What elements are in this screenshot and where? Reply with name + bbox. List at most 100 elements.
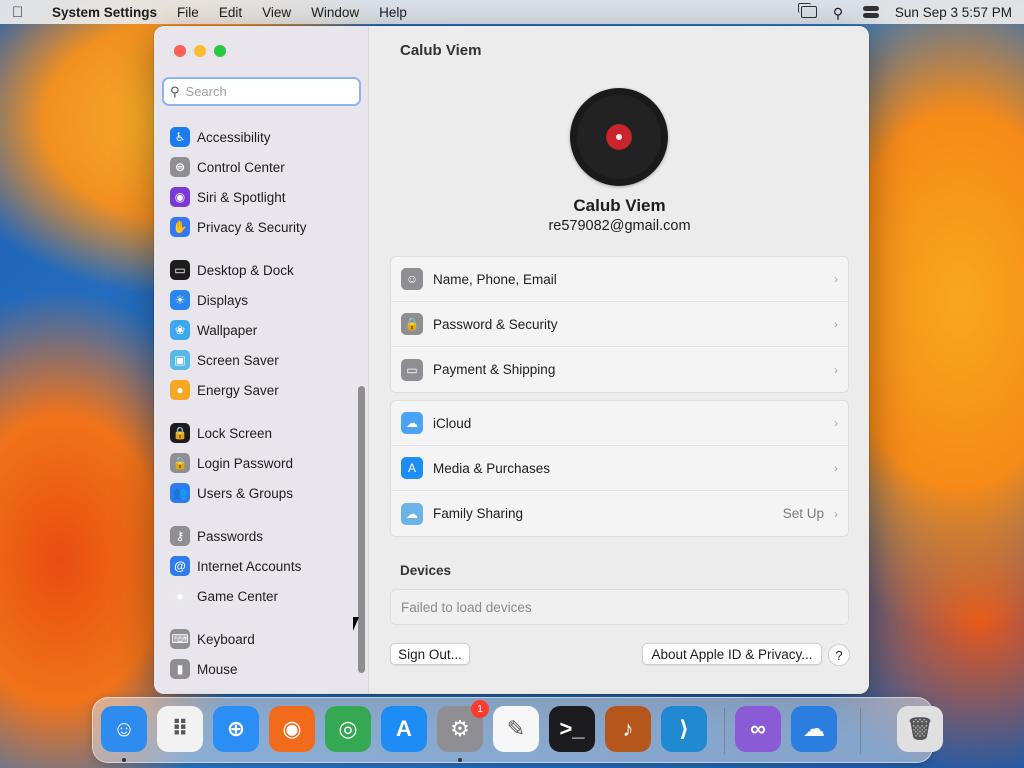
sun-icon: ☀: [170, 290, 190, 310]
menu-help[interactable]: Help: [379, 5, 407, 20]
sidebar: ⚲ ♿ Accessibility ⊜ Control Center ◉ Siri & S…: [154, 26, 369, 694]
accessibility-icon: ♿: [170, 127, 190, 147]
keyboard-icon: ⌨: [170, 629, 190, 649]
close-window-button[interactable]: [174, 45, 186, 57]
dock-separator: [724, 708, 725, 754]
sidebar-item-game-center[interactable]: ● Game Center: [170, 583, 278, 609]
zoom-window-button[interactable]: [214, 45, 226, 57]
search-input[interactable]: [185, 84, 346, 99]
sidebar-item-label: Siri & Spotlight: [197, 189, 286, 205]
sidebar-item-mouse[interactable]: ▮ Mouse: [170, 656, 238, 682]
row-payment-shipping[interactable]: ▭ Payment & Shipping ›: [391, 347, 848, 392]
sidebar-item-privacy-security[interactable]: ✋ Privacy & Security: [170, 214, 307, 240]
app-store-icon: A: [401, 457, 423, 479]
row-media-purchases[interactable]: A Media & Purchases ›: [391, 446, 848, 491]
sidebar-item-label: Keyboard: [197, 631, 255, 647]
sidebar-item-label: Users & Groups: [197, 485, 294, 501]
finder-icon[interactable]: ☺: [101, 706, 147, 752]
minimize-window-button[interactable]: [194, 45, 206, 57]
sidebar-item-screen-saver[interactable]: ▣ Screen Saver: [170, 347, 279, 373]
menu-window[interactable]: Window: [311, 5, 359, 20]
sidebar-item-label: Displays: [197, 292, 249, 308]
sidebar-item-label: Mouse: [197, 661, 238, 677]
family-icon: ☁: [401, 502, 423, 525]
menu-view[interactable]: View: [262, 5, 291, 20]
spotlight-search-icon[interactable]: ⚲: [833, 5, 847, 21]
apple-id-pane: Calub Viem Calub Viem re579082@gmail.com…: [370, 26, 869, 694]
weather-icon[interactable]: ☁: [791, 706, 837, 752]
sidebar-item-lock-screen[interactable]: 🔒 Lock Screen: [170, 420, 272, 446]
system-settings-icon[interactable]: ⚙ 1: [437, 700, 489, 752]
sidebar-item-label: Internet Accounts: [197, 558, 302, 574]
row-name-phone-email[interactable]: ☺ Name, Phone, Email ›: [391, 257, 848, 302]
row-password-security[interactable]: 🔒 Password & Security ›: [391, 302, 848, 347]
screen-mirroring-icon[interactable]: [797, 3, 817, 18]
menu-edit[interactable]: Edit: [219, 5, 242, 20]
dock-separator: [860, 708, 861, 754]
row-label: Family Sharing: [433, 506, 524, 521]
row-icloud[interactable]: ☁ iCloud ›: [391, 401, 848, 446]
visual-studio-icon[interactable]: ∞: [735, 706, 781, 752]
sidebar-item-label: Control Center: [197, 159, 285, 175]
sidebar-item-control-center[interactable]: ⊜ Control Center: [170, 154, 285, 180]
menu-bar:  System Settings File Edit View Window …: [0, 0, 1024, 24]
app-store-icon[interactable]: A: [381, 706, 427, 752]
sidebar-item-energy-saver[interactable]: ● Energy Saver: [170, 377, 279, 403]
sidebar-item-internet-accounts[interactable]: @ Internet Accounts: [170, 553, 301, 579]
chevron-right-icon: ›: [834, 272, 838, 286]
trash-icon[interactable]: 🗑: [897, 706, 943, 752]
running-indicator: [458, 758, 462, 762]
avatar[interactable]: [570, 88, 668, 186]
sidebar-item-users-groups[interactable]: 👥 Users & Groups: [170, 480, 293, 506]
sidebar-list: ♿ Accessibility ⊜ Control Center ◉ Siri & Spo…: [154, 116, 369, 694]
user-name: Calub Viem: [573, 196, 666, 215]
page-title: Calub Viem: [400, 42, 482, 59]
row-label: Payment & Shipping: [433, 362, 556, 377]
sidebar-item-keyboard[interactable]: ⌨ Keyboard: [170, 626, 255, 652]
menu-clock[interactable]: Sun Sep 3 5:57 PM: [895, 5, 1012, 20]
vscode-icon[interactable]: ⟩: [661, 706, 707, 752]
login-lock-icon: 🔒: [170, 453, 190, 473]
sidebar-item-siri-spotlight[interactable]: ◉ Siri & Spotlight: [170, 184, 286, 210]
hand-icon: ✋: [170, 217, 190, 237]
help-button[interactable]: ?: [828, 644, 850, 666]
row-label: iCloud: [433, 415, 472, 431]
sign-out-button[interactable]: Sign Out...: [390, 643, 470, 665]
search-field[interactable]: ⚲: [162, 77, 361, 106]
flower-icon: ❀: [170, 320, 190, 340]
garageband-icon[interactable]: ♪: [605, 706, 651, 752]
key-icon: ⚷: [170, 526, 190, 546]
chevron-right-icon: ›: [834, 461, 838, 475]
sidebar-scrollbar[interactable]: [358, 386, 365, 673]
sidebar-item-label: Passwords: [197, 528, 264, 544]
sidebar-item-desktop-dock[interactable]: ▭ Desktop & Dock: [170, 257, 294, 283]
sidebar-item-displays[interactable]: ☀ Displays: [170, 287, 248, 313]
devices-heading: Devices: [400, 563, 452, 578]
menu-app-name[interactable]: System Settings: [52, 5, 157, 20]
at-icon: @: [170, 556, 190, 576]
firefox-icon[interactable]: ◉: [269, 706, 315, 752]
menu-file[interactable]: File: [177, 5, 199, 20]
safari-icon[interactable]: ⊕: [213, 706, 259, 752]
sidebar-item-passwords[interactable]: ⚷ Passwords: [170, 523, 263, 549]
sidebar-item-label: Wallpaper: [197, 322, 258, 338]
sidebar-item-accessibility[interactable]: ♿ Accessibility: [170, 124, 271, 150]
row-family-sharing[interactable]: ☁ Family Sharing Set Up ›: [391, 491, 848, 536]
control-center-menu-icon[interactable]: [862, 6, 879, 18]
mouse-pointer-icon: [353, 617, 359, 631]
account-group: ☺ Name, Phone, Email › 🔒 Password & Security…: [390, 256, 849, 393]
running-indicator: [122, 758, 126, 762]
textedit-icon[interactable]: ✎: [493, 706, 539, 752]
sidebar-item-login-password[interactable]: 🔒 Login Password: [170, 450, 293, 476]
mouse-icon: ▮: [170, 659, 190, 679]
row-value: Set Up: [782, 506, 824, 521]
about-apple-id-button[interactable]: About Apple ID & Privacy...: [642, 643, 822, 665]
notification-badge: 1: [471, 700, 489, 718]
launchpad-icon[interactable]: ⠿: [157, 706, 203, 752]
apple-logo-icon[interactable]: : [12, 4, 42, 21]
chevron-right-icon: ›: [834, 506, 838, 521]
chevron-right-icon: ›: [834, 362, 838, 377]
terminal-icon[interactable]: >_: [549, 706, 595, 752]
sidebar-item-wallpaper[interactable]: ❀ Wallpaper: [170, 317, 257, 343]
chrome-icon[interactable]: ◎: [325, 706, 371, 752]
